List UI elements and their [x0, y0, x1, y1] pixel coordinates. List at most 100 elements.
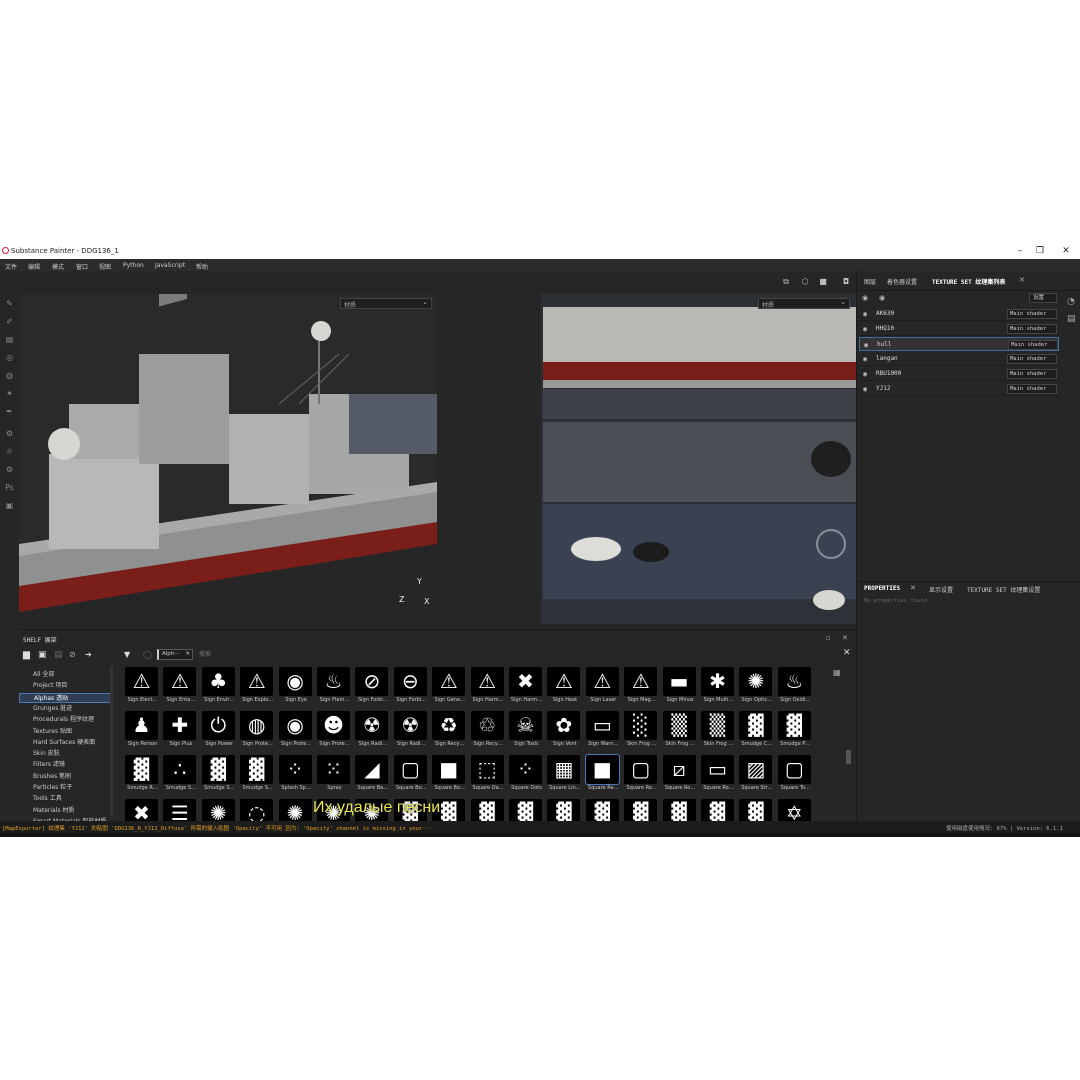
shelf-item[interactable]: ✺ Sign Optic… — [739, 667, 775, 705]
screenshot-icon[interactable]: ◘ — [840, 277, 852, 287]
shader-select[interactable]: Main shader — [1007, 384, 1057, 394]
shelf-item[interactable]: ▢ Square Ro… — [624, 755, 660, 793]
shelf-category-item[interactable]: All 全部 — [33, 670, 54, 680]
shelf-item[interactable]: ▓ — [701, 799, 737, 822]
shelf-item[interactable]: ▢ Square Bo… — [393, 755, 430, 793]
shelf-item[interactable]: ▬ Sign Minus — [662, 667, 699, 705]
shelf-item[interactable]: ▓ — [624, 799, 660, 822]
shelf-category-item[interactable]: Procedurals 程序纹理 — [33, 715, 94, 725]
shelf-item[interactable]: ▓ — [470, 799, 507, 822]
shelf-item[interactable]: ♨ Sign Flam… — [317, 667, 353, 705]
tab-texture-set-list[interactable]: TEXTURE SET 纹理集列表 — [932, 277, 1005, 286]
shelf-item[interactable]: ▓ — [509, 799, 545, 822]
shelf-item[interactable]: ♟ Sign Person — [125, 711, 161, 749]
shader-select[interactable]: Main shader — [1007, 369, 1057, 379]
shelf-category-item[interactable]: Project 项目 — [33, 681, 67, 691]
tab-texture-set-settings[interactable]: TEXTURE SET 纹理集设置 — [967, 585, 1040, 594]
visibility-eye-icon[interactable]: ◉ — [863, 355, 867, 363]
shader-select[interactable]: Main shader — [1008, 340, 1058, 350]
shelf-item[interactable]: ✺ — [278, 799, 315, 822]
menu-python[interactable]: Python — [123, 262, 144, 269]
shelf-item[interactable]: ▓ Smudge S… — [201, 755, 238, 793]
shelf-item[interactable]: ▓ Smudge R… — [125, 755, 161, 793]
shelf-category-item[interactable]: Hard Surfaces 硬表面 — [33, 738, 95, 748]
folder-icon[interactable]: ▆ — [23, 650, 30, 660]
shelf-item[interactable]: ⬚ Square Da… — [470, 755, 507, 793]
shelf-close-icon[interactable]: ✕ — [842, 634, 848, 642]
save-icon[interactable]: ▤ — [54, 650, 63, 660]
menu-help[interactable]: 帮助 — [196, 262, 208, 271]
shelf-item[interactable]: ⧄ Square Ro… — [662, 755, 699, 793]
close-tab-icon[interactable]: ✕ — [910, 584, 916, 592]
shelf-item[interactable]: ♣ Sign Envir… — [201, 667, 238, 705]
viewport-2d-mode-select[interactable]: 材质 — [758, 298, 850, 309]
shelf-item[interactable]: ♻ Sign Recy… — [432, 711, 468, 749]
shelf-item[interactable]: ◌ — [240, 799, 276, 822]
shelf-category-item[interactable]: Tools 工具 — [33, 794, 62, 804]
shelf-item[interactable]: ⊘ Sign Forbi… — [355, 667, 391, 705]
smudge-icon[interactable]: ◍ — [4, 370, 15, 381]
maximize-button[interactable]: ❐ — [1030, 244, 1050, 258]
menu-edit[interactable]: 编辑 — [28, 262, 40, 271]
close-button[interactable]: ✕ — [1056, 244, 1076, 258]
shelf-item[interactable]: ▓ Smudge P… — [777, 711, 814, 749]
shelf-item[interactable]: ✱ Sign Multi… — [701, 667, 737, 705]
clear-search-icon[interactable]: ✕ — [843, 648, 851, 658]
shelf-item[interactable]: ░ Skin Frog … — [624, 711, 660, 749]
shelf-item[interactable]: ⏻ Sign Power — [201, 711, 238, 749]
shelf-item[interactable]: ☢ Sign Radi… — [393, 711, 430, 749]
shelf-item[interactable]: ⚠ Sign Harm… — [470, 667, 507, 705]
shelf-item[interactable]: ▒ Skin Frog … — [701, 711, 737, 749]
shelf-item[interactable]: ⁙ Spray — [317, 755, 353, 793]
shelf-item[interactable]: ▓ — [662, 799, 699, 822]
viewport-3d[interactable]: 材质 Y Z X — [19, 294, 437, 624]
shelf-item[interactable]: ▭ Sign Warn… — [585, 711, 622, 749]
log-icon[interactable]: ▤ — [1067, 314, 1076, 324]
shelf-item[interactable]: ⚠ Sign Enta… — [163, 667, 199, 705]
shelf-item[interactable]: ✺ — [201, 799, 238, 822]
shelf-item[interactable]: ⚠ Sign Explo… — [240, 667, 276, 705]
filter-icon[interactable]: ▼ — [124, 650, 130, 659]
shelf-item[interactable]: ◢ Square Ba… — [355, 755, 391, 793]
shelf-item[interactable]: ▭ Square Ro… — [701, 755, 737, 793]
shelf-item[interactable]: ⁘ Splash Sp… — [278, 755, 315, 793]
eye-icon[interactable]: ◉ — [879, 294, 885, 302]
tab-shader-settings[interactable]: 着色器设置 — [887, 277, 917, 286]
remove-tag-icon[interactable]: ✕ — [185, 650, 190, 659]
hide-icon[interactable]: ⊘ — [69, 650, 76, 659]
geometry-mask-icon[interactable]: ◎ — [4, 352, 15, 363]
shelf-item[interactable]: ✖ — [125, 799, 161, 822]
projection-icon[interactable]: ▤ — [4, 334, 15, 345]
settings-gear-icon[interactable]: ⚙ — [4, 428, 15, 439]
shelf-item[interactable]: ■ Square Bo… — [432, 755, 468, 793]
picker-icon[interactable]: ✒ — [4, 406, 15, 417]
camera-mode-icon[interactable]: ⧉ — [780, 277, 792, 287]
shelf-category-item[interactable]: Grunges 脏迹 — [33, 704, 72, 714]
texture-set-row[interactable]: ◉ YJ12 Main shader — [859, 382, 1059, 396]
shelf-item[interactable]: ☢ Sign Radi… — [355, 711, 391, 749]
shader-select[interactable]: Main shader — [1007, 324, 1057, 334]
clear-filter-icon[interactable]: ◯ — [143, 650, 152, 659]
shelf-item[interactable]: ⊖ Sign Forbi… — [393, 667, 430, 705]
shelf-item[interactable]: ⚠ Sign Laser — [585, 667, 622, 705]
shelf-category-item[interactable]: Textures 贴图 — [33, 727, 72, 737]
settings-dropdown[interactable]: 设置 — [1029, 293, 1057, 303]
texture-set-row[interactable]: ◉ AK630 Main shader — [859, 307, 1059, 321]
menu-view[interactable]: 视图 — [99, 262, 111, 271]
shelf-item[interactable]: ▒ Skin Frog … — [662, 711, 699, 749]
shelf-category-item[interactable]: Filters 滤镜 — [33, 760, 65, 770]
filter-tag-alphas[interactable]: Alph··· ✕ — [157, 649, 193, 660]
menu-javascript[interactable]: JavaScript — [155, 262, 185, 269]
shelf-item[interactable]: ✿ Sign Vent — [547, 711, 583, 749]
shelf-category-item[interactable]: Alphas 透贴 — [19, 692, 113, 703]
light-icon[interactable]: ☼ — [4, 446, 15, 457]
grid-scrollbar[interactable] — [846, 750, 851, 764]
display-icon[interactable]: ⚙ — [4, 464, 15, 475]
shelf-item[interactable]: ⚠ Sign Heat — [547, 667, 583, 705]
shelf-category-item[interactable]: Skin 皮肤 — [33, 749, 60, 759]
shelf-item[interactable]: ☰ — [163, 799, 199, 822]
shelf-item[interactable]: ◉ Sign Prote… — [278, 711, 315, 749]
texture-set-row[interactable]: ◉ RBU1000 Main shader — [859, 367, 1059, 381]
texture-set-row[interactable]: ◉ langan Main shader — [859, 352, 1059, 366]
paint-brush-icon[interactable]: ✎ — [4, 298, 15, 309]
